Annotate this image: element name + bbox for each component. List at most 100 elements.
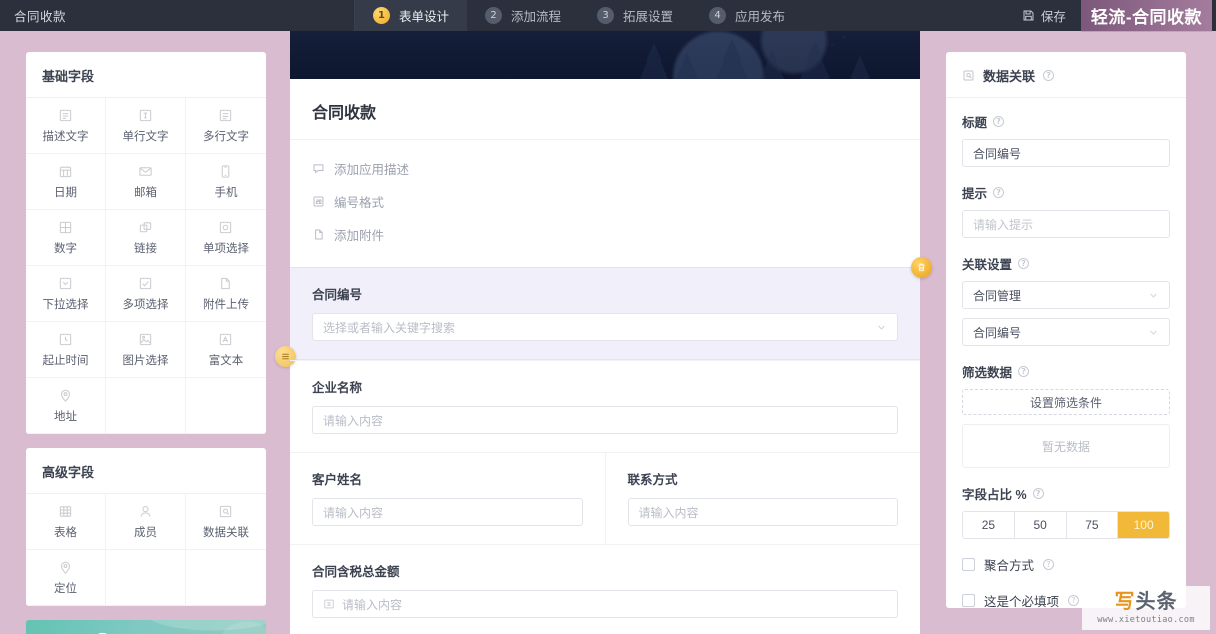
- app-root: 合同收款 1 表单设计 2 添加流程 3 拓展设置 4 应用发布 保存 轻流-合…: [0, 0, 1216, 634]
- palette-item-multi-line-text[interactable]: 多行文字: [185, 98, 266, 154]
- palette-item-link[interactable]: 链接: [105, 210, 186, 266]
- palette-item-dropdown-select[interactable]: 下拉选择: [26, 266, 106, 322]
- add-attachment-link[interactable]: 添加附件: [312, 218, 898, 251]
- number-icon: [59, 221, 72, 233]
- pine-trees-decoration: [640, 35, 870, 79]
- step-number: 2: [485, 7, 503, 24]
- form-meta-links: 添加应用描述 编号格式 添加附件: [290, 140, 920, 267]
- palette-item-label: 数据关联: [202, 526, 249, 539]
- palette-item-multi-select[interactable]: 多项选择: [105, 266, 186, 322]
- relation-settings-label: 关联设置 ?: [962, 254, 1170, 273]
- form-field-customer-name[interactable]: 客户姓名 请输入内容: [290, 453, 606, 544]
- field-width-option-50[interactable]: 50: [1014, 512, 1067, 538]
- field-placeholder: 请输入内容: [323, 505, 384, 520]
- number-format-link[interactable]: 编号格式: [312, 185, 898, 218]
- required-checkbox[interactable]: [962, 594, 975, 607]
- palette-item-email[interactable]: 邮箱: [105, 154, 186, 210]
- properties-panel-title: 数据关联: [983, 69, 1036, 84]
- step-form-design[interactable]: 1 表单设计: [355, 0, 468, 31]
- relation-field-select[interactable]: 合同编号: [962, 318, 1170, 346]
- required-checkbox-row[interactable]: 这是个必填项 ?: [962, 591, 1170, 608]
- field-input-customer-name[interactable]: 请输入内容: [312, 498, 583, 526]
- palette-item-label: 手机: [214, 186, 238, 199]
- help-icon[interactable]: ?: [1043, 70, 1055, 81]
- title-input[interactable]: 合同编号: [962, 139, 1170, 167]
- field-width-label-text: 字段占比 %: [962, 488, 1027, 502]
- palette-item-member[interactable]: 成员: [105, 494, 186, 550]
- field-input-contract-number[interactable]: 选择或者输入关键字搜索: [312, 313, 898, 341]
- help-icon[interactable]: ?: [993, 187, 1005, 198]
- add-app-description-link[interactable]: 添加应用描述: [312, 152, 898, 185]
- palette-item-location[interactable]: 定位: [26, 550, 106, 606]
- palette-cell-empty: [105, 378, 186, 434]
- palette-item-description-text[interactable]: 描述文字: [26, 98, 106, 154]
- form-cover-banner[interactable]: [290, 31, 920, 79]
- aggregate-method-checkbox[interactable]: [962, 558, 975, 571]
- step-add-process[interactable]: 2 添加流程: [467, 0, 579, 31]
- palette-item-date[interactable]: 日期: [26, 154, 106, 210]
- email-icon: [139, 166, 152, 176]
- field-input-contact[interactable]: 请输入内容: [627, 498, 898, 526]
- help-icon[interactable]: ?: [1018, 258, 1030, 269]
- palette-item-single-line-text[interactable]: 单行文字: [105, 98, 186, 154]
- form-field-contract-number[interactable]: 合同编号 选择或者输入关键字搜索: [275, 257, 932, 367]
- field-width-option-25[interactable]: 25: [963, 512, 1015, 538]
- palette-item-label: 描述文字: [42, 130, 89, 143]
- palette-item-rich-text[interactable]: 富文本: [185, 322, 266, 378]
- step-app-publish[interactable]: 4 应用发布: [691, 0, 803, 31]
- palette-item-phone[interactable]: 手机: [185, 154, 266, 210]
- palette-item-label: 地址: [53, 410, 77, 423]
- palette-item-time-range[interactable]: 起止时间: [26, 322, 106, 378]
- step-extension-settings[interactable]: 3 拓展设置: [579, 0, 691, 31]
- required-label: 这是个必填项: [984, 595, 1060, 608]
- palette-item-label: 多项选择: [122, 298, 169, 311]
- palette-cell-empty: [105, 550, 186, 606]
- aggregate-method-checkbox-row[interactable]: 聚合方式 ?: [962, 555, 1170, 574]
- phone-icon: [222, 164, 230, 178]
- field-width-label: 字段占比 % ?: [962, 484, 1170, 503]
- help-icon[interactable]: ?: [1068, 595, 1080, 606]
- set-form-appearance-banner[interactable]: 设置表单外观: [26, 620, 266, 634]
- field-label: 联系方式: [627, 473, 678, 487]
- palette-item-address[interactable]: 地址: [26, 378, 106, 434]
- form-field-total-amount[interactable]: 合同含税总金额 请输入内容: [290, 544, 920, 634]
- help-icon[interactable]: ?: [1032, 488, 1044, 499]
- palette-item-label: 富文本: [208, 354, 244, 367]
- field-delete-button[interactable]: [911, 257, 932, 278]
- hint-input[interactable]: 请输入提示: [962, 210, 1170, 238]
- palette-item-data-relation[interactable]: 数据关联: [185, 494, 266, 550]
- set-filter-condition-button[interactable]: 设置筛选条件: [962, 389, 1170, 415]
- currency-icon: [323, 598, 335, 610]
- title-label-text: 标题: [962, 116, 988, 130]
- field-placeholder: 请输入内容: [638, 505, 699, 520]
- chevron-down-icon: [1150, 293, 1157, 298]
- relation-field-value: 合同编号: [973, 325, 1022, 340]
- meta-link-label: 添加附件: [334, 229, 385, 243]
- field-width-option-100[interactable]: 100: [1118, 512, 1169, 538]
- description-text-icon: [59, 109, 72, 121]
- relation-app-select[interactable]: 合同管理: [962, 281, 1170, 309]
- palette-item-image-select[interactable]: 图片选择: [105, 322, 186, 378]
- palette-icon: [97, 632, 109, 634]
- watermark-url: www.xietoutiao.com: [1097, 614, 1195, 625]
- data-relation-icon: [963, 70, 974, 81]
- form-field-contact[interactable]: 联系方式 请输入内容: [606, 453, 921, 544]
- help-icon[interactable]: ?: [993, 116, 1005, 127]
- palette-item-table[interactable]: 表格: [26, 494, 106, 550]
- form-field-company-name[interactable]: 企业名称 请输入内容: [290, 360, 920, 452]
- table-icon: [59, 505, 72, 517]
- palette-item-attachment-upload[interactable]: 附件上传: [185, 266, 266, 322]
- palette-item-label: 单行文字: [122, 130, 169, 143]
- palette-item-radio-select[interactable]: 单项选择: [185, 210, 266, 266]
- field-input-company-name[interactable]: 请输入内容: [312, 406, 898, 434]
- save-button[interactable]: 保存: [1014, 6, 1074, 25]
- help-icon[interactable]: ?: [1043, 559, 1055, 570]
- filter-empty-state: 暂无数据: [962, 424, 1170, 468]
- help-icon[interactable]: ?: [1018, 366, 1030, 377]
- step-number: 4: [709, 7, 727, 24]
- field-label: 企业名称: [312, 381, 363, 395]
- field-input-total-amount[interactable]: 请输入内容: [312, 590, 898, 618]
- palette-item-number[interactable]: 数字: [26, 210, 106, 266]
- chevron-down-icon: [1150, 330, 1157, 335]
- field-width-option-75[interactable]: 75: [1066, 512, 1119, 538]
